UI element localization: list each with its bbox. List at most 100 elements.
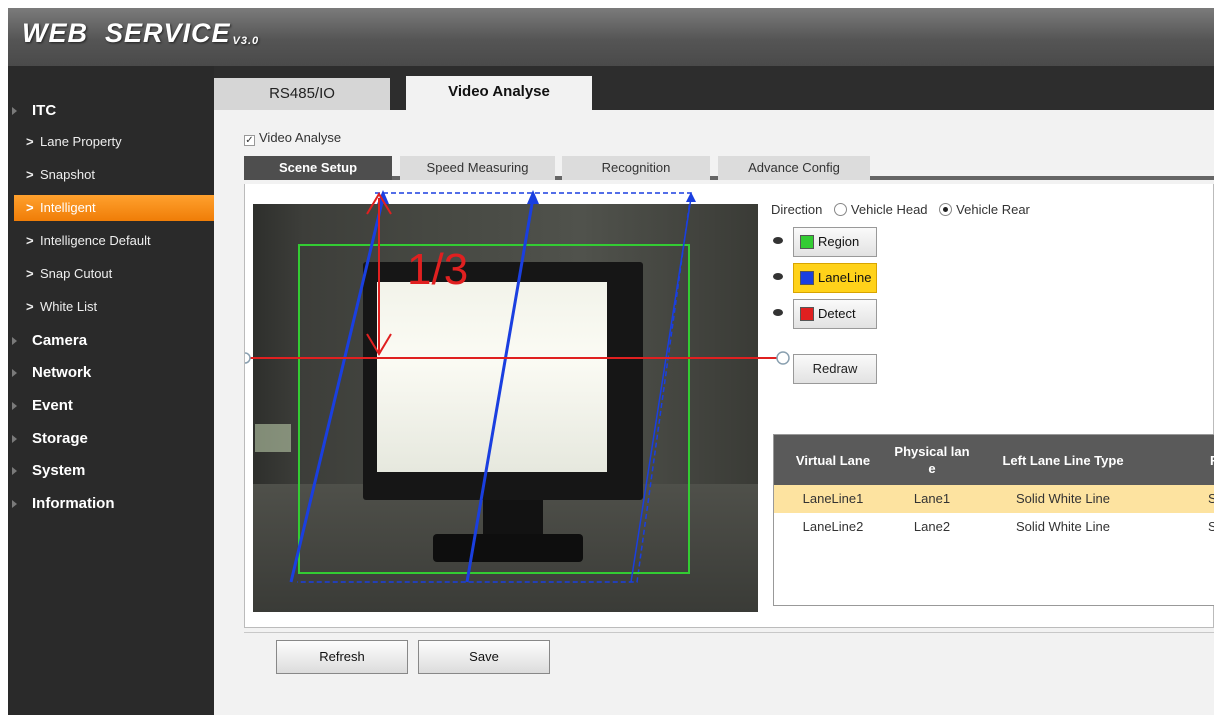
triangle-right-icon bbox=[12, 369, 17, 377]
tab-label: Advance Config bbox=[748, 160, 840, 175]
region-button[interactable]: Region bbox=[793, 227, 877, 257]
chevron-right-icon: > bbox=[26, 266, 34, 281]
sidebar-item-camera[interactable]: Camera bbox=[8, 326, 214, 356]
triangle-right-icon bbox=[12, 107, 17, 115]
column-header: Virtual Lane bbox=[795, 452, 871, 468]
tab-label: RS485/IO bbox=[269, 85, 335, 102]
line-handle-right[interactable] bbox=[776, 351, 790, 365]
redraw-button[interactable]: Redraw bbox=[793, 354, 877, 384]
main-content: RS485/IO Video Analyse ✓ Video Analyse Sc… bbox=[214, 66, 1214, 715]
detect-region-outline bbox=[297, 192, 692, 583]
radio-label: Vehicle Head bbox=[850, 202, 928, 217]
tab-recognition[interactable]: Recognition bbox=[562, 156, 710, 180]
sidebar-item-label: Lane Property bbox=[40, 134, 122, 149]
table-cell: S bbox=[1208, 513, 1214, 541]
tab-scene-setup[interactable]: Scene Setup bbox=[244, 156, 392, 180]
table-cell: Solid White Line bbox=[1016, 519, 1110, 534]
tab-label: Recognition bbox=[601, 160, 671, 175]
radio-vehicle-head[interactable] bbox=[833, 203, 847, 216]
table-cell: LaneLine2 bbox=[802, 519, 864, 534]
direction-label: Direction bbox=[771, 202, 823, 217]
column-header: Physical lan e bbox=[894, 444, 970, 476]
checkmark-icon[interactable]: ✓ bbox=[244, 135, 255, 146]
table-cell: S bbox=[1208, 485, 1214, 513]
sidebar-item-snap-cutout[interactable]: > Snap Cutout bbox=[14, 261, 216, 287]
arrow-up-icon bbox=[527, 190, 539, 204]
sidebar-item-network[interactable]: Network bbox=[8, 358, 214, 388]
triangle-right-icon bbox=[12, 402, 17, 410]
table-cell: LaneLine1 bbox=[802, 491, 864, 506]
sidebar: ITC > Lane Property > Snapshot > Intelligen… bbox=[8, 66, 216, 715]
sidebar-item-itc[interactable]: ITC bbox=[8, 96, 214, 126]
sidebar-item-snapshot[interactable]: > Snapshot bbox=[14, 162, 216, 188]
triangle-right-icon bbox=[12, 337, 17, 345]
laneline-swatch bbox=[800, 271, 814, 285]
sidebar-item-label: Information bbox=[32, 495, 115, 512]
direction-group: Direction Vehicle Head Vehicle Rear bbox=[771, 202, 1030, 217]
sidebar-item-storage[interactable]: Storage bbox=[8, 424, 214, 454]
sidebar-item-label: Intelligent bbox=[40, 200, 96, 215]
chevron-right-icon: > bbox=[26, 134, 34, 149]
version-label: V3.0 bbox=[232, 35, 260, 47]
table-cell: Lane2 bbox=[913, 519, 951, 534]
save-button[interactable]: Save bbox=[418, 640, 550, 674]
tab-advance-config[interactable]: Advance Config bbox=[718, 156, 870, 180]
radio-label: Vehicle Rear bbox=[956, 202, 1030, 217]
laneline-button[interactable]: LaneLine bbox=[793, 263, 877, 293]
table-cell: Solid White Line bbox=[1016, 491, 1110, 506]
radio-vehicle-rear[interactable] bbox=[939, 203, 953, 216]
scene-setup-panel: 1/3 Direction Vehicle Head Vehicle Rear … bbox=[244, 184, 1214, 628]
button-label: LaneLine bbox=[818, 270, 872, 285]
tab-label: Video Analyse bbox=[448, 83, 550, 100]
triangle-right-icon bbox=[12, 500, 17, 508]
button-label: Detect bbox=[818, 306, 856, 321]
chevron-right-icon: > bbox=[26, 167, 34, 182]
eye-icon[interactable] bbox=[773, 237, 783, 244]
lane-line-1[interactable] bbox=[289, 197, 385, 583]
sidebar-item-information[interactable]: Information bbox=[8, 489, 214, 519]
lane-table: Virtual Lane Physical lan e Left Lane Li… bbox=[773, 434, 1214, 606]
tab-rs485-io[interactable]: RS485/IO bbox=[214, 78, 390, 110]
lane-table-header: Virtual Lane Physical lan e Left Lane Li… bbox=[774, 435, 1214, 485]
sidebar-item-label: ITC bbox=[32, 102, 57, 119]
eye-icon[interactable] bbox=[773, 273, 783, 280]
logo-text: WEB SERVICE bbox=[22, 18, 231, 48]
table-row[interactable]: LaneLine2 Lane2 Solid White Line S bbox=[774, 513, 1214, 541]
sidebar-item-event[interactable]: Event bbox=[8, 391, 214, 421]
triangle-right-icon bbox=[12, 435, 17, 443]
tab-label: Scene Setup bbox=[278, 160, 358, 175]
column-header: Left Lane Line Type bbox=[1002, 452, 1124, 468]
detect-button[interactable]: Detect bbox=[793, 299, 877, 329]
lane-line-3[interactable] bbox=[630, 197, 692, 583]
sidebar-item-label: System bbox=[32, 462, 86, 479]
tab-video-analyse[interactable]: Video Analyse bbox=[406, 76, 592, 110]
sidebar-item-lane-property[interactable]: > Lane Property bbox=[14, 129, 216, 155]
table-cell: Lane1 bbox=[913, 491, 951, 506]
sidebar-item-label: Camera bbox=[32, 332, 88, 349]
sidebar-item-label: Storage bbox=[32, 430, 88, 447]
sidebar-item-label: Intelligence Default bbox=[40, 233, 151, 248]
sidebar-item-intelligence-default[interactable]: > Intelligence Default bbox=[14, 228, 216, 254]
sidebar-item-label: Snap Cutout bbox=[40, 266, 113, 281]
video-analyse-checkbox[interactable]: ✓ Video Analyse bbox=[244, 130, 341, 146]
one-third-label: 1/3 bbox=[407, 245, 468, 294]
top-tab-bar: RS485/IO Video Analyse bbox=[214, 66, 1214, 110]
app-logo: WEB SERVICE V3.0 bbox=[22, 18, 259, 49]
app-header: WEB SERVICE V3.0 bbox=[8, 8, 1214, 66]
sidebar-item-white-list[interactable]: > White List bbox=[14, 294, 216, 320]
line-handle-left[interactable] bbox=[245, 352, 251, 364]
table-row[interactable]: LaneLine1 Lane1 Solid White Line S bbox=[774, 485, 1214, 513]
sub-tab-bar: Scene Setup Speed Measuring Recognition … bbox=[244, 156, 1214, 180]
tab-speed-measuring[interactable]: Speed Measuring bbox=[400, 156, 555, 180]
region-rectangle[interactable] bbox=[298, 244, 690, 574]
sidebar-item-label: Snapshot bbox=[40, 167, 95, 182]
chevron-right-icon: > bbox=[26, 299, 34, 314]
sidebar-item-label: Network bbox=[32, 364, 92, 381]
chevron-right-icon: > bbox=[26, 233, 34, 248]
lane-line-2[interactable] bbox=[465, 197, 535, 583]
detect-swatch bbox=[800, 307, 814, 321]
sidebar-item-intelligent[interactable]: > Intelligent bbox=[14, 195, 216, 221]
sidebar-item-system[interactable]: System bbox=[8, 456, 214, 486]
eye-icon[interactable] bbox=[773, 309, 783, 316]
refresh-button[interactable]: Refresh bbox=[276, 640, 408, 674]
